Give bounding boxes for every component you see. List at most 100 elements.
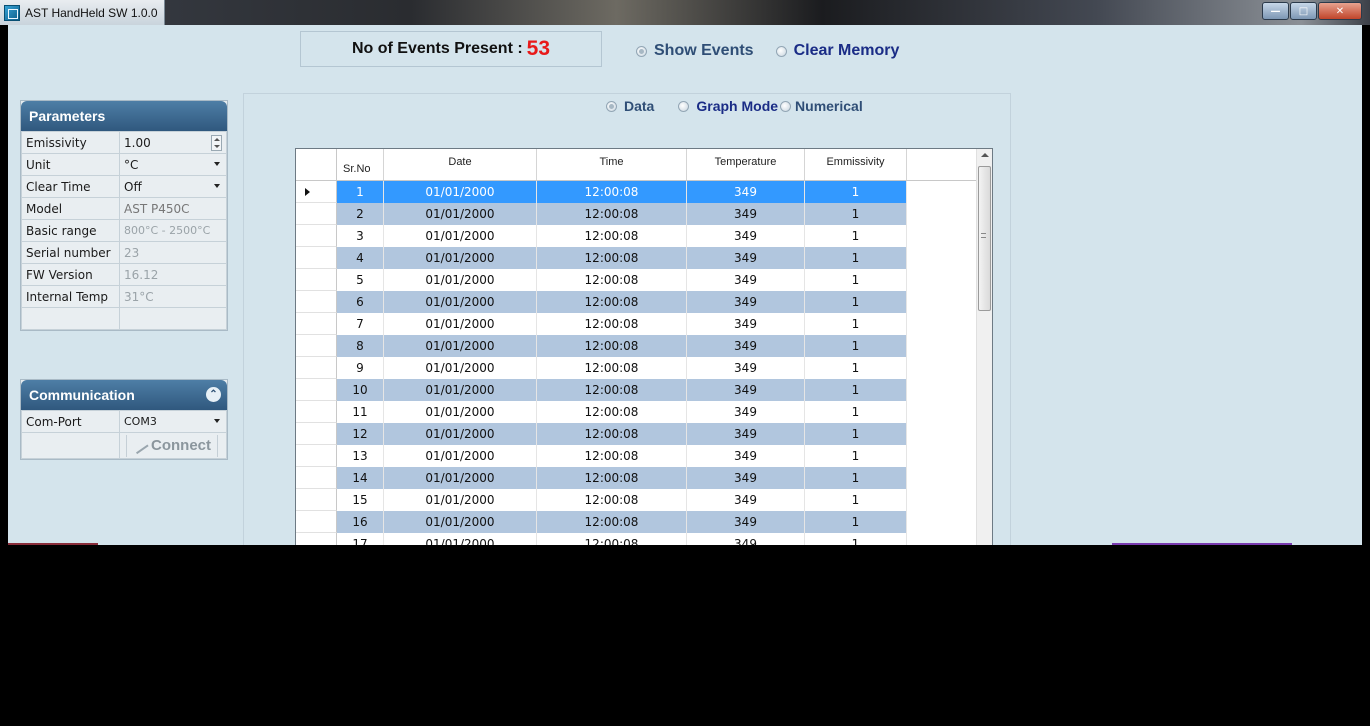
scroll-up-icon[interactable] (981, 153, 989, 157)
close-button[interactable]: ✕ (1318, 2, 1362, 20)
cell-time[interactable]: 12:00:08 (537, 423, 687, 445)
row-header[interactable] (296, 533, 337, 545)
row-header[interactable] (296, 401, 337, 423)
cell-date[interactable]: 01/01/2000 (384, 291, 537, 313)
cell-temperature[interactable]: 349 (687, 291, 805, 313)
cell-time[interactable]: 12:00:08 (537, 379, 687, 401)
cell-temperature[interactable]: 349 (687, 445, 805, 467)
cell-date[interactable]: 01/01/2000 (384, 467, 537, 489)
table-row[interactable]: 2 01/01/2000 12:00:08 349 1 (296, 203, 978, 225)
cell-time[interactable]: 12:00:08 (537, 401, 687, 423)
cell-temperature[interactable]: 349 (687, 335, 805, 357)
graph-mode-radio[interactable] (678, 100, 690, 112)
table-row[interactable]: 6 01/01/2000 12:00:08 349 1 (296, 291, 978, 313)
column-header-temperature[interactable]: Temperature (687, 149, 805, 180)
cell-temperature[interactable]: 349 (687, 269, 805, 291)
table-row[interactable]: 1 01/01/2000 12:00:08 349 1 (296, 181, 978, 203)
cell-time[interactable]: 12:00:08 (537, 225, 687, 247)
cell-emmissivity[interactable]: 1 (805, 357, 907, 379)
cell-srno[interactable]: 5 (337, 269, 384, 291)
cell-time[interactable]: 12:00:08 (537, 335, 687, 357)
cell-srno[interactable]: 15 (337, 489, 384, 511)
cell-date[interactable]: 01/01/2000 (384, 313, 537, 335)
cell-emmissivity[interactable]: 1 (805, 203, 907, 225)
cell-date[interactable]: 01/01/2000 (384, 489, 537, 511)
cell-emmissivity[interactable]: 1 (805, 489, 907, 511)
cell-time[interactable]: 12:00:08 (537, 269, 687, 291)
cell-emmissivity[interactable]: 1 (805, 423, 907, 445)
cell-srno[interactable]: 1 (337, 181, 384, 203)
cell-srno[interactable]: 17 (337, 533, 384, 545)
maximize-button[interactable]: □ (1290, 2, 1317, 20)
cell-temperature[interactable]: 349 (687, 467, 805, 489)
row-header[interactable] (296, 225, 337, 247)
show-events-radio[interactable] (636, 45, 647, 57)
cell-date[interactable]: 01/01/2000 (384, 247, 537, 269)
emissivity-spinner[interactable]: 1.00 (119, 131, 227, 154)
table-row[interactable]: 12 01/01/2000 12:00:08 349 1 (296, 423, 978, 445)
cell-emmissivity[interactable]: 1 (805, 247, 907, 269)
row-header[interactable] (296, 423, 337, 445)
cell-temperature[interactable]: 349 (687, 247, 805, 269)
table-row[interactable]: 14 01/01/2000 12:00:08 349 1 (296, 467, 978, 489)
graph-mode-label[interactable]: Graph Mode (696, 98, 778, 114)
chevron-down-icon[interactable] (214, 419, 220, 423)
cell-emmissivity[interactable]: 1 (805, 445, 907, 467)
current-row-indicator[interactable] (296, 181, 337, 203)
column-header-date[interactable]: Date (384, 149, 537, 180)
unit-dropdown[interactable]: °C (119, 153, 227, 176)
collapse-icon[interactable]: ⌃ (206, 387, 221, 402)
cell-temperature[interactable]: 349 (687, 401, 805, 423)
show-events-label[interactable]: Show Events (654, 42, 754, 60)
cell-time[interactable]: 12:00:08 (537, 489, 687, 511)
cell-date[interactable]: 01/01/2000 (384, 203, 537, 225)
table-row[interactable]: 11 01/01/2000 12:00:08 349 1 (296, 401, 978, 423)
cell-time[interactable]: 12:00:08 (537, 445, 687, 467)
cell-temperature[interactable]: 349 (687, 203, 805, 225)
cell-date[interactable]: 01/01/2000 (384, 225, 537, 247)
table-row[interactable]: 4 01/01/2000 12:00:08 349 1 (296, 247, 978, 269)
cell-temperature[interactable]: 349 (687, 181, 805, 203)
column-header-time[interactable]: Time (537, 149, 687, 180)
cell-emmissivity[interactable]: 1 (805, 467, 907, 489)
row-header[interactable] (296, 269, 337, 291)
cell-date[interactable]: 01/01/2000 (384, 357, 537, 379)
scroll-thumb[interactable] (978, 166, 991, 311)
numerical-mode-label[interactable]: Numerical (795, 98, 863, 114)
column-header-emmissivity[interactable]: Emmissivity (805, 149, 907, 180)
cell-emmissivity[interactable]: 1 (805, 379, 907, 401)
cell-srno[interactable]: 11 (337, 401, 384, 423)
clear-time-dropdown[interactable]: Off (119, 175, 227, 198)
cell-emmissivity[interactable]: 1 (805, 313, 907, 335)
cell-emmissivity[interactable]: 1 (805, 269, 907, 291)
cell-date[interactable]: 01/01/2000 (384, 511, 537, 533)
cell-time[interactable]: 12:00:08 (537, 511, 687, 533)
cell-emmissivity[interactable]: 1 (805, 401, 907, 423)
cell-time[interactable]: 12:00:08 (537, 533, 687, 545)
cell-srno[interactable]: 9 (337, 357, 384, 379)
chevron-down-icon[interactable] (214, 162, 220, 166)
cell-emmissivity[interactable]: 1 (805, 335, 907, 357)
cell-time[interactable]: 12:00:08 (537, 181, 687, 203)
cell-srno[interactable]: 8 (337, 335, 384, 357)
table-row[interactable]: 16 01/01/2000 12:00:08 349 1 (296, 511, 978, 533)
cell-srno[interactable]: 16 (337, 511, 384, 533)
cell-srno[interactable]: 6 (337, 291, 384, 313)
row-header[interactable] (296, 335, 337, 357)
cell-time[interactable]: 12:00:08 (537, 467, 687, 489)
row-header[interactable] (296, 489, 337, 511)
com-port-dropdown[interactable]: COM3 (119, 410, 227, 433)
row-header[interactable] (296, 445, 337, 467)
cell-date[interactable]: 01/01/2000 (384, 423, 537, 445)
cell-date[interactable]: 01/01/2000 (384, 181, 537, 203)
cell-srno[interactable]: 14 (337, 467, 384, 489)
cell-time[interactable]: 12:00:08 (537, 313, 687, 335)
cell-emmissivity[interactable]: 1 (805, 511, 907, 533)
cell-temperature[interactable]: 349 (687, 225, 805, 247)
cell-date[interactable]: 01/01/2000 (384, 269, 537, 291)
row-header[interactable] (296, 313, 337, 335)
row-header[interactable] (296, 379, 337, 401)
cell-srno[interactable]: 7 (337, 313, 384, 335)
cell-time[interactable]: 12:00:08 (537, 247, 687, 269)
cell-emmissivity[interactable]: 1 (805, 533, 907, 545)
